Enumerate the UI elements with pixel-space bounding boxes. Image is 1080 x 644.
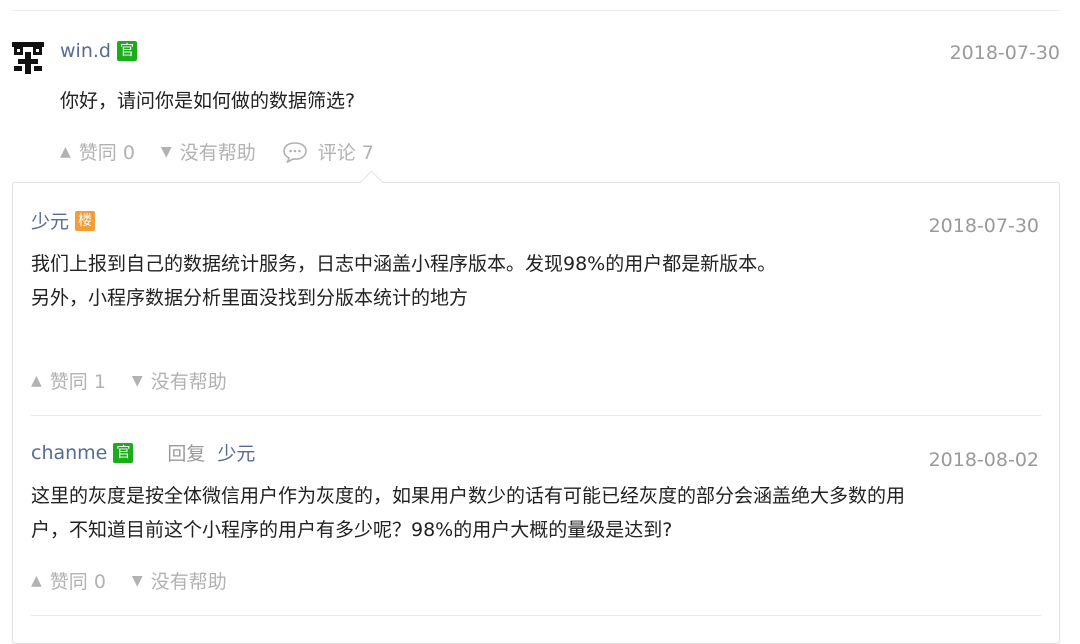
reply-target[interactable]: 少元 [217, 439, 255, 466]
official-badge: 官 [116, 41, 137, 61]
comment-actions: ▲ 赞同 1 ▼ 没有帮助 [31, 367, 253, 394]
unhelpful-label: 没有帮助 [179, 142, 256, 164]
question-actions: ▲ 赞同 0 ▼ 没有帮助 评论 7 [60, 138, 400, 165]
upvote-label: 赞同 1 [49, 371, 106, 393]
upvote-label: 赞同 0 [49, 571, 106, 593]
comment-text: 我们上报到自己的数据统计服务，日志中涵盖小程序版本。发现98%的用户都是新版本。… [31, 247, 1029, 315]
unhelpful-button[interactable]: ▼ 没有帮助 [132, 367, 227, 394]
comment-button[interactable]: 评论 7 [282, 138, 374, 165]
official-badge: 官 [113, 442, 134, 463]
comment-author: 少元 楼 [31, 207, 96, 234]
triangle-down-icon: ▼ [160, 143, 172, 160]
comments-panel: 少元 楼 2018-07-30 我们上报到自己的数据统计服务，日志中涵盖小程序版… [12, 170, 1060, 644]
comment-username[interactable]: chanme [31, 442, 107, 464]
triangle-up-icon: ▲ [31, 572, 42, 589]
comment-date: 2018-07-30 [928, 215, 1039, 237]
upvote-label: 赞同 0 [78, 142, 135, 164]
upvote-button[interactable]: ▲ 赞同 1 [31, 367, 106, 394]
comment-label: 评论 7 [317, 142, 374, 164]
reply-word: 回复 [167, 443, 206, 465]
comment-text: 这里的灰度是按全体微信用户作为灰度的，如果用户数少的话有可能已经灰度的部分会涵盖… [31, 479, 1029, 547]
triangle-down-icon: ▼ [131, 372, 143, 389]
comment-text-line: 这里的灰度是按全体微信用户作为灰度的，如果用户数少的话有可能已经灰度的部分会涵盖… [31, 485, 906, 507]
comment-divider [31, 615, 1041, 616]
comment-bubble-icon [282, 141, 307, 163]
unhelpful-button[interactable]: ▼ 没有帮助 [132, 567, 227, 594]
triangle-up-icon: ▲ [60, 143, 71, 160]
comment-text-line: 户，不知道目前这个小程序的用户有多少呢？98%的用户大概的量级是达到? [31, 519, 673, 541]
question-text: 你好，请问你是如何做的数据筛选? [60, 90, 356, 112]
floor-badge: 楼 [75, 210, 96, 231]
comment-username[interactable]: 少元 [31, 207, 69, 234]
top-divider [12, 10, 1060, 11]
comment-date: 2018-08-02 [928, 449, 1039, 471]
question-username[interactable]: win.d [60, 40, 111, 62]
triangle-down-icon: ▼ [131, 572, 143, 589]
comment-author: chanme 官 回复 少元 [31, 439, 255, 466]
question-date: 2018-07-30 [949, 42, 1060, 64]
comment-divider [31, 415, 1041, 416]
comment-text-line: 我们上报到自己的数据统计服务，日志中涵盖小程序版本。发现98%的用户都是新版本。 [31, 253, 777, 275]
unhelpful-label: 没有帮助 [150, 371, 227, 393]
comment-text-line: 另外，小程序数据分析里面没找到分版本统计的地方 [31, 287, 469, 309]
avatar-icon[interactable] [10, 40, 46, 74]
panel-notch [359, 170, 384, 195]
triangle-up-icon: ▲ [31, 372, 42, 389]
upvote-button[interactable]: ▲ 赞同 0 [31, 567, 106, 594]
unhelpful-label: 没有帮助 [150, 571, 227, 593]
unhelpful-button[interactable]: ▼ 没有帮助 [161, 138, 256, 165]
upvote-button[interactable]: ▲ 赞同 0 [60, 138, 135, 165]
question-author: win.d 官 [60, 40, 137, 62]
comment-actions: ▲ 赞同 0 ▼ 没有帮助 [31, 567, 253, 594]
